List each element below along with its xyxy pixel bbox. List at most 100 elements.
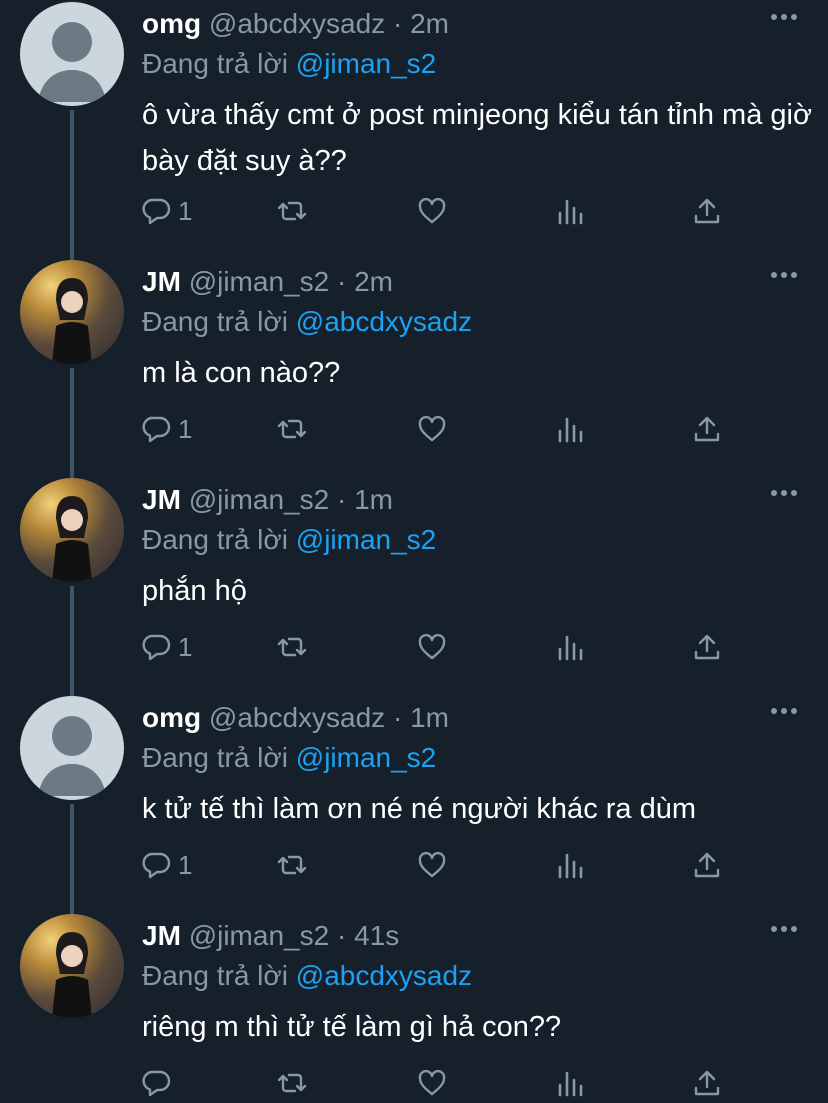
mention-link[interactable]: @abcdxysadz bbox=[296, 306, 472, 337]
action-bar: 1 bbox=[142, 627, 742, 667]
thread-line bbox=[70, 110, 74, 260]
like-button[interactable] bbox=[417, 1063, 447, 1103]
default-avatar[interactable] bbox=[20, 696, 124, 800]
like-button[interactable] bbox=[417, 627, 447, 667]
retweet-button[interactable] bbox=[277, 409, 307, 449]
replying-to: Đang trả lời @jiman_s2 bbox=[142, 738, 436, 778]
reply-button[interactable] bbox=[142, 1063, 178, 1103]
more-icon[interactable] bbox=[770, 12, 798, 22]
replying-label: Đang trả lời bbox=[142, 306, 288, 337]
handle[interactable]: @abcdxysadz bbox=[209, 8, 385, 39]
reply-count: 1 bbox=[178, 631, 193, 662]
tweet[interactable]: omg @abcdxysadz · 2m Đang trả lời @jiman… bbox=[0, 0, 828, 260]
replying-to: Đang trả lời @abcdxysadz bbox=[142, 302, 472, 342]
more-icon[interactable] bbox=[770, 488, 798, 498]
retweet-button[interactable] bbox=[277, 845, 307, 885]
analytics-button[interactable] bbox=[555, 1063, 585, 1103]
photo-avatar[interactable] bbox=[20, 914, 124, 1018]
tweet[interactable]: omg @abcdxysadz · 1m Đang trả lời @jiman… bbox=[0, 694, 828, 914]
photo-avatar[interactable] bbox=[20, 478, 124, 582]
reply-button[interactable]: 1 bbox=[142, 191, 192, 231]
like-button[interactable] bbox=[417, 845, 447, 885]
tweet-text: phắn hộ bbox=[142, 575, 247, 607]
retweet-icon bbox=[277, 201, 307, 221]
share-icon bbox=[694, 634, 720, 660]
tweet-header: JM @jiman_s2 · 41s bbox=[142, 916, 399, 956]
like-button[interactable] bbox=[417, 191, 447, 231]
mention-link[interactable]: @jiman_s2 bbox=[296, 48, 436, 79]
share-button[interactable] bbox=[692, 191, 722, 231]
handle[interactable]: @abcdxysadz bbox=[209, 702, 385, 733]
separator: · bbox=[385, 702, 411, 733]
action-bar bbox=[142, 1063, 742, 1103]
retweet-button[interactable] bbox=[277, 627, 307, 667]
timestamp[interactable]: 2m bbox=[354, 266, 393, 297]
photo-avatar[interactable] bbox=[20, 260, 124, 364]
tweet-header: omg @abcdxysadz · 1m bbox=[142, 698, 449, 738]
reply-button[interactable]: 1 bbox=[142, 627, 192, 667]
more-icon[interactable] bbox=[770, 706, 798, 716]
retweet-button[interactable] bbox=[277, 191, 307, 231]
separator: · bbox=[329, 266, 355, 297]
display-name[interactable]: omg bbox=[142, 8, 201, 39]
analytics-icon bbox=[558, 199, 583, 225]
tweet[interactable]: JM @jiman_s2 · 1m Đang trả lời @jiman_s2… bbox=[0, 476, 828, 696]
display-name[interactable]: JM bbox=[142, 266, 181, 297]
mention-link[interactable]: @jiman_s2 bbox=[296, 742, 436, 773]
share-button[interactable] bbox=[692, 627, 722, 667]
analytics-button[interactable] bbox=[555, 845, 585, 885]
timestamp[interactable]: 1m bbox=[354, 484, 393, 515]
reply-icon bbox=[142, 852, 171, 879]
thread-line bbox=[70, 586, 74, 696]
share-button[interactable] bbox=[692, 1063, 722, 1103]
analytics-button[interactable] bbox=[555, 627, 585, 667]
mention-link[interactable]: @jiman_s2 bbox=[296, 524, 436, 555]
analytics-icon bbox=[558, 1071, 583, 1097]
analytics-button[interactable] bbox=[555, 409, 585, 449]
reply-count: 1 bbox=[178, 413, 193, 444]
action-bar: 1 bbox=[142, 191, 742, 231]
default-avatar[interactable] bbox=[20, 2, 124, 106]
timestamp[interactable]: 1m bbox=[410, 702, 449, 733]
reply-button[interactable]: 1 bbox=[142, 845, 192, 885]
retweet-button[interactable] bbox=[277, 1063, 307, 1103]
heart-icon bbox=[418, 851, 446, 878]
heart-icon bbox=[418, 415, 446, 442]
action-bar: 1 bbox=[142, 845, 742, 885]
tweet-text: m là con nào?? bbox=[142, 357, 341, 389]
separator: · bbox=[385, 8, 411, 39]
retweet-icon bbox=[277, 855, 307, 875]
like-button[interactable] bbox=[417, 409, 447, 449]
separator: · bbox=[329, 484, 355, 515]
display-name[interactable]: JM bbox=[142, 484, 181, 515]
reply-icon bbox=[142, 198, 171, 225]
more-icon[interactable] bbox=[770, 924, 798, 934]
handle[interactable]: @jiman_s2 bbox=[189, 920, 329, 951]
timestamp[interactable]: 2m bbox=[410, 8, 449, 39]
more-icon[interactable] bbox=[770, 270, 798, 280]
mention-link[interactable]: @abcdxysadz bbox=[296, 960, 472, 991]
heart-icon bbox=[418, 633, 446, 660]
reply-button[interactable]: 1 bbox=[142, 409, 192, 449]
reply-count: 1 bbox=[178, 195, 193, 226]
analytics-icon bbox=[558, 853, 583, 879]
timestamp[interactable]: 41s bbox=[354, 920, 399, 951]
share-icon bbox=[694, 1070, 720, 1096]
share-button[interactable] bbox=[692, 845, 722, 885]
analytics-icon bbox=[558, 417, 583, 443]
reply-icon bbox=[142, 1070, 171, 1097]
display-name[interactable]: JM bbox=[142, 920, 181, 951]
replying-label: Đang trả lời bbox=[142, 742, 288, 773]
reply-icon bbox=[142, 634, 171, 661]
handle[interactable]: @jiman_s2 bbox=[189, 266, 329, 297]
replying-label: Đang trả lời bbox=[142, 524, 288, 555]
display-name[interactable]: omg bbox=[142, 702, 201, 733]
tweet[interactable]: JM @jiman_s2 · 41s Đang trả lời @abcdxys… bbox=[0, 912, 828, 1097]
reply-count: 1 bbox=[178, 849, 193, 880]
handle[interactable]: @jiman_s2 bbox=[189, 484, 329, 515]
tweet-text: ô vừa thấy cmt ở post minjeong kiểu tán … bbox=[142, 99, 812, 177]
retweet-icon bbox=[277, 419, 307, 439]
share-button[interactable] bbox=[692, 409, 722, 449]
tweet[interactable]: JM @jiman_s2 · 2m Đang trả lời @abcdxysa… bbox=[0, 258, 828, 478]
analytics-button[interactable] bbox=[555, 191, 585, 231]
